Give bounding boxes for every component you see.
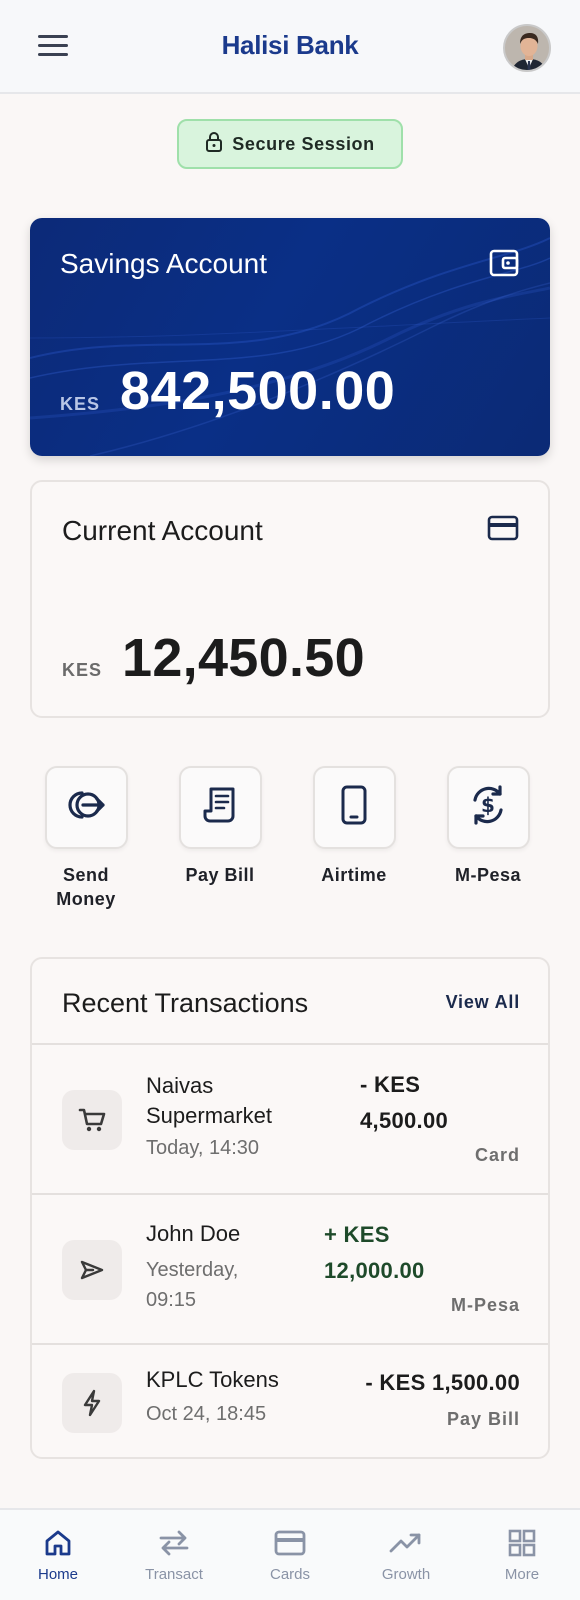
nav-label-cards: Cards (269, 1566, 310, 1583)
phone-icon (340, 785, 368, 830)
nav-label-more: More (504, 1566, 540, 1583)
receipt-icon (203, 786, 237, 829)
trending-up-icon (356, 1526, 456, 1560)
nav-item-growth[interactable]: Growth (356, 1526, 456, 1583)
transaction-row[interactable]: KPLC Tokens Oct 24, 18:45 - KES 1,500.00… (32, 1345, 548, 1457)
avatar[interactable] (503, 24, 551, 72)
transaction-date: Yesterday, 09:15 (146, 1259, 239, 1311)
transaction-row[interactable]: John Doe Yesterday, 09:15 + KES 12,000.0… (32, 1195, 548, 1345)
transaction-method: Pay Bill (446, 1409, 520, 1429)
nav-item-more[interactable]: More (472, 1526, 572, 1583)
nav-item-cards[interactable]: Cards (240, 1526, 340, 1583)
savings-account-title: Savings Account (60, 248, 268, 279)
airtime-label: Airtime (321, 865, 387, 885)
nav-label-home: Home (37, 1566, 78, 1583)
nav-label-growth: Growth (381, 1566, 431, 1583)
lock-icon (205, 131, 223, 158)
svg-text:$: $ (481, 793, 495, 817)
quick-action-pay-bill[interactable]: Pay Bill (165, 766, 275, 887)
quick-action-airtime[interactable]: Airtime (299, 766, 409, 887)
airtime-button[interactable] (312, 766, 396, 849)
current-account-card[interactable]: Current Account KES 12,450.50 (30, 480, 550, 718)
app-title: Halisi Bank (221, 30, 359, 60)
savings-currency: KES (60, 394, 101, 414)
nav-item-transact[interactable]: Transact (124, 1526, 224, 1583)
transaction-name: John Doe (146, 1221, 241, 1246)
recent-transactions-card: Recent Transactions View All Naivas Supe… (30, 957, 550, 1459)
cart-icon (62, 1090, 122, 1150)
current-account-title: Current Account (62, 515, 263, 546)
secure-session-label: Secure Session (232, 133, 375, 154)
credit-card-icon (487, 515, 519, 546)
transaction-amount: + KES 12,000.00 (324, 1222, 425, 1283)
view-all-link[interactable]: View All (446, 992, 520, 1013)
transaction-method: Card (474, 1145, 520, 1165)
bottom-navigation: Home Transact Cards Growth More (0, 1508, 580, 1600)
secure-session-badge: Secure Session (177, 119, 403, 169)
currency-exchange-icon: $ (467, 784, 509, 831)
transaction-date: Today, 14:30 (146, 1137, 260, 1159)
transaction-amount: - KES 1,500.00 (365, 1370, 520, 1395)
transaction-row[interactable]: Naivas Supermarket Today, 14:30 - KES 4,… (32, 1045, 548, 1195)
savings-balance: 842,500.00 (120, 361, 396, 421)
top-app-bar: Halisi Bank (0, 0, 580, 94)
send-money-button[interactable] (44, 766, 128, 849)
pay-bill-label: Pay Bill (185, 865, 255, 885)
pay-bill-button[interactable] (178, 766, 262, 849)
transaction-amount: - KES 4,500.00 (360, 1072, 449, 1133)
quick-action-mpesa[interactable]: $ M-Pesa (433, 766, 543, 887)
nav-item-home[interactable]: Home (8, 1526, 108, 1583)
transactions-title: Recent Transactions (62, 988, 309, 1018)
mpesa-label: M-Pesa (454, 865, 522, 885)
bolt-icon (62, 1373, 122, 1433)
transaction-method: M-Pesa (450, 1295, 520, 1315)
transaction-date: Oct 24, 18:45 (146, 1403, 267, 1425)
transfer-icon (124, 1526, 224, 1560)
transaction-name: Naivas Supermarket (146, 1073, 272, 1128)
send-money-icon (65, 788, 107, 827)
mpesa-button[interactable]: $ (446, 766, 530, 849)
transaction-name: KPLC Tokens (146, 1367, 279, 1392)
savings-account-card[interactable]: Savings Account KES 842,500.00 (30, 218, 550, 456)
wallet-icon (488, 248, 520, 283)
current-currency: KES (62, 660, 103, 680)
card-icon (240, 1526, 340, 1560)
grid-icon (472, 1526, 572, 1560)
current-balance: 12,450.50 (122, 628, 365, 688)
send-icon (62, 1240, 122, 1300)
transactions-header: Recent Transactions View All (32, 959, 548, 1045)
home-icon (8, 1526, 108, 1560)
nav-label-transact: Transact (145, 1566, 203, 1583)
send-money-label: Send Money (56, 865, 116, 909)
quick-action-send-money[interactable]: Send Money (31, 766, 141, 911)
